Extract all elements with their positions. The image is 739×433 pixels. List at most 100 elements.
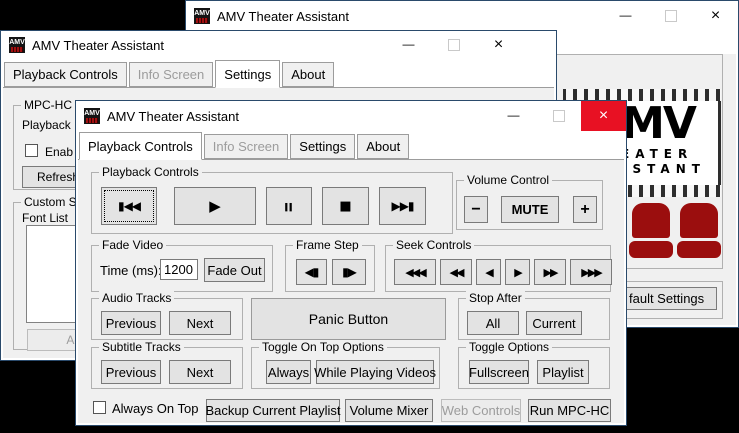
close-button[interactable]: × [693, 1, 738, 31]
volume-control-groupbox: Volume Control − MUTE + [456, 180, 603, 230]
panic-button[interactable]: Panic Button [251, 298, 446, 340]
frame-step-forward-icon: ▮▶ [342, 265, 356, 279]
frame-step-group-label: Frame Step [293, 238, 362, 252]
playback-tabpage: Playback Controls ▮◀◀ ▶ ▮▮ ■ ▶▶▮ Volume … [78, 159, 624, 423]
audio-next-button[interactable]: Next [169, 311, 231, 335]
stop-after-current-button[interactable]: Current [526, 311, 582, 335]
volume-up-icon: + [580, 201, 589, 219]
maximize-button[interactable] [648, 1, 693, 31]
fade-time-input[interactable] [160, 259, 198, 280]
window-title: AMV Theater Assistant [107, 109, 239, 124]
frame-step-forward-button[interactable]: ▮▶ [332, 259, 366, 285]
playback-label: Playback [22, 118, 71, 132]
seek-forward-large-icon: ▶▶▶ [581, 266, 600, 279]
always-button[interactable]: Always [266, 360, 311, 384]
tab-info-screen[interactable]: Info Screen [204, 134, 289, 159]
stop-after-all-button[interactable]: All [467, 311, 519, 335]
minimize-button[interactable]: — [603, 1, 648, 31]
always-on-top-checkbox[interactable] [93, 401, 106, 414]
stop-icon: ■ [339, 199, 351, 214]
tab-info-screen[interactable]: Info Screen [129, 62, 214, 87]
minimize-button[interactable]: — [386, 31, 431, 59]
run-mpc-hc-button[interactable]: Run MPC-HC [528, 399, 611, 422]
toggle-on-top-groupbox: Toggle On Top Options Always While Playi… [251, 347, 440, 389]
amv-app-icon: AMV [194, 8, 210, 24]
amv-app-icon: AMV [9, 37, 25, 53]
minimize-icon: — [403, 37, 415, 51]
custom-group-label: Custom S [21, 195, 80, 209]
seek-back-small-button[interactable]: ◀ [476, 259, 501, 285]
play-button[interactable]: ▶ [174, 187, 256, 225]
pause-button[interactable]: ▮▮ [266, 187, 312, 225]
seek-back-large-button[interactable]: ◀◀◀ [394, 259, 436, 285]
tab-playback-controls[interactable]: Playback Controls [79, 132, 202, 160]
playlist-button[interactable]: Playlist [537, 360, 589, 384]
play-icon: ▶ [209, 197, 221, 215]
stop-after-groupbox: Stop After All Current [458, 298, 610, 340]
web-controls-button[interactable]: Web Controls [441, 399, 521, 422]
mute-label: MUTE [512, 202, 549, 217]
stop-after-group-label: Stop After [466, 291, 525, 305]
skip-previous-button[interactable]: ▮◀◀ [101, 187, 157, 225]
close-button[interactable]: × [581, 101, 626, 131]
backup-playlist-button[interactable]: Backup Current Playlist [206, 399, 340, 422]
subtitle-next-button[interactable]: Next [169, 360, 231, 384]
desktop: AMV AMV Theater Assistant — × AMV THEATE… [0, 0, 739, 433]
close-button[interactable]: × [476, 31, 521, 59]
close-icon: × [494, 37, 503, 53]
frame-step-groupbox: Frame Step ◀▮ ▮▶ [285, 245, 375, 292]
fade-video-groupbox: Fade Video Time (ms): Fade Out [91, 245, 273, 292]
tab-strip: Playback Controls Info Screen Settings A… [76, 131, 626, 159]
app-icon-text: AMV [194, 10, 210, 17]
app-icon-seats [11, 47, 23, 52]
seek-back-small-icon: ◀ [485, 266, 491, 279]
volume-down-button[interactable]: − [464, 196, 488, 223]
skip-next-button[interactable]: ▶▶▮ [379, 187, 426, 225]
seek-forward-medium-button[interactable]: ▶▶ [534, 259, 566, 285]
mute-button[interactable]: MUTE [501, 196, 559, 223]
tab-about[interactable]: About [357, 134, 409, 159]
titlebar[interactable]: AMV AMV Theater Assistant — × [76, 101, 626, 131]
tab-playback-controls[interactable]: Playback Controls [4, 62, 127, 87]
seek-back-medium-icon: ◀◀ [450, 266, 463, 279]
titlebar[interactable]: AMV AMV Theater Assistant — × [1, 31, 556, 59]
seek-forward-small-icon: ▶ [514, 266, 520, 279]
window-title: AMV Theater Assistant [32, 38, 164, 53]
fullscreen-button[interactable]: Fullscreen [469, 360, 529, 384]
volume-mixer-button[interactable]: Volume Mixer [345, 399, 433, 422]
enable-checkbox[interactable] [25, 144, 38, 157]
tab-settings[interactable]: Settings [215, 60, 280, 88]
enable-checkbox-label: Enab [45, 145, 73, 159]
fade-out-button[interactable]: Fade Out [204, 258, 265, 282]
close-icon: × [599, 108, 608, 124]
seek-forward-medium-icon: ▶▶ [544, 266, 557, 279]
app-icon-text: AMV [84, 110, 100, 117]
skip-next-icon: ▶▶▮ [391, 199, 413, 213]
subtitle-tracks-groupbox: Subtitle Tracks Previous Next [91, 347, 243, 389]
app-icon-text: AMV [9, 39, 25, 46]
seek-controls-group-label: Seek Controls [393, 238, 474, 252]
tab-about[interactable]: About [282, 62, 334, 87]
playback-controls-group-label: Playback Controls [99, 165, 202, 179]
subtitle-previous-button[interactable]: Previous [101, 360, 161, 384]
always-on-top-label: Always On Top [112, 401, 198, 416]
maximize-button[interactable] [431, 31, 476, 59]
seek-forward-large-button[interactable]: ▶▶▶ [570, 259, 612, 285]
titlebar[interactable]: AMV AMV Theater Assistant — × [186, 1, 738, 31]
toggle-options-groupbox: Toggle Options Fullscreen Playlist [458, 347, 610, 389]
maximize-button[interactable] [536, 101, 581, 131]
stop-button[interactable]: ■ [322, 187, 369, 225]
minimize-button[interactable]: — [491, 101, 536, 131]
maximize-icon [448, 39, 460, 51]
audio-previous-button[interactable]: Previous [101, 311, 161, 335]
audio-tracks-groupbox: Audio Tracks Previous Next [91, 298, 243, 340]
fade-time-label: Time (ms): [100, 263, 162, 278]
subtitle-tracks-group-label: Subtitle Tracks [99, 340, 184, 354]
seek-forward-small-button[interactable]: ▶ [505, 259, 530, 285]
frame-step-back-button[interactable]: ◀▮ [296, 259, 327, 285]
while-playing-videos-button[interactable]: While Playing Videos [316, 360, 434, 384]
seek-back-medium-button[interactable]: ◀◀ [440, 259, 472, 285]
volume-up-button[interactable]: + [573, 196, 597, 223]
toggle-on-top-group-label: Toggle On Top Options [259, 340, 387, 354]
tab-settings[interactable]: Settings [290, 134, 355, 159]
